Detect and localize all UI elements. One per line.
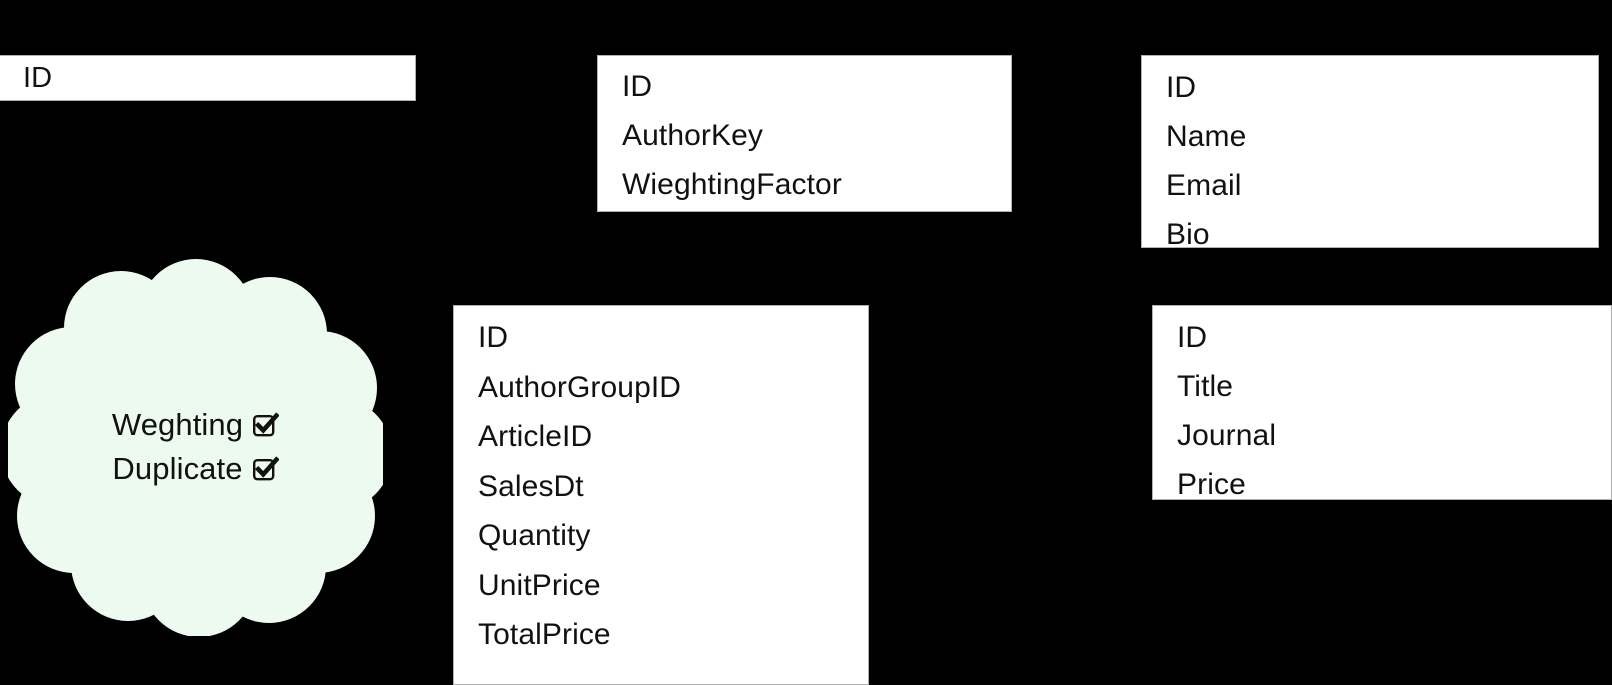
callout-option-duplicate[interactable]: Duplicate [112, 448, 279, 490]
callout-option-label: Duplicate [112, 451, 243, 486]
field-list: ID Title Journal Price [1153, 306, 1611, 499]
field-row[interactable]: WieghtingFactor [598, 160, 1011, 209]
field-row[interactable]: Journal [1153, 411, 1611, 460]
field-row[interactable]: ID [1153, 313, 1611, 362]
article-entity[interactable]: ID Title Journal Price [1152, 305, 1612, 500]
field-list: ID Name Email Bio [1142, 56, 1598, 247]
field-row[interactable]: ID [598, 62, 1011, 111]
field-row[interactable]: Email [1142, 161, 1598, 210]
sales-entity[interactable]: ID AuthorGroupID ArticleID SalesDt Quant… [453, 305, 869, 685]
field-row[interactable]: Name [1142, 112, 1598, 161]
callout-option-label: Weghting [111, 407, 244, 442]
field-row[interactable]: Bio [1142, 210, 1598, 247]
checked-checkbox-icon[interactable] [252, 455, 279, 483]
field-row[interactable]: AuthorKey [598, 111, 1011, 160]
field-row[interactable]: ArticleID [454, 412, 868, 462]
field-row[interactable]: AuthorGroupID [454, 363, 868, 413]
field-row[interactable]: UnitPrice [454, 561, 868, 611]
cloud-callout[interactable]: Weghting Duplicate [8, 258, 383, 636]
field-row[interactable]: Title [1153, 362, 1611, 411]
callout-option-weghting[interactable]: Weghting [111, 404, 280, 446]
field-row[interactable]: ID [1142, 63, 1598, 112]
field-row[interactable]: SalesDt [454, 462, 868, 512]
field-row[interactable]: Quantity [454, 511, 868, 561]
field-row[interactable]: Price [1153, 460, 1611, 499]
cloud-options: Weghting Duplicate [8, 258, 383, 636]
checked-checkbox-icon[interactable] [252, 411, 280, 439]
field-row[interactable]: ID [0, 56, 415, 100]
field-row[interactable]: ID [454, 313, 868, 363]
author-id-entity[interactable]: ID [0, 55, 416, 101]
field-list: ID AuthorGroupID ArticleID SalesDt Quant… [454, 306, 868, 667]
author-entity[interactable]: ID Name Email Bio [1141, 55, 1599, 248]
field-row[interactable]: TotalPrice [454, 610, 868, 660]
diagram-canvas: ID ID AuthorKey WieghtingFactor ID Name … [0, 0, 1612, 685]
field-list: ID [0, 56, 415, 100]
author-group-entity[interactable]: ID AuthorKey WieghtingFactor [597, 55, 1012, 212]
field-list: ID AuthorKey WieghtingFactor [598, 56, 1011, 211]
